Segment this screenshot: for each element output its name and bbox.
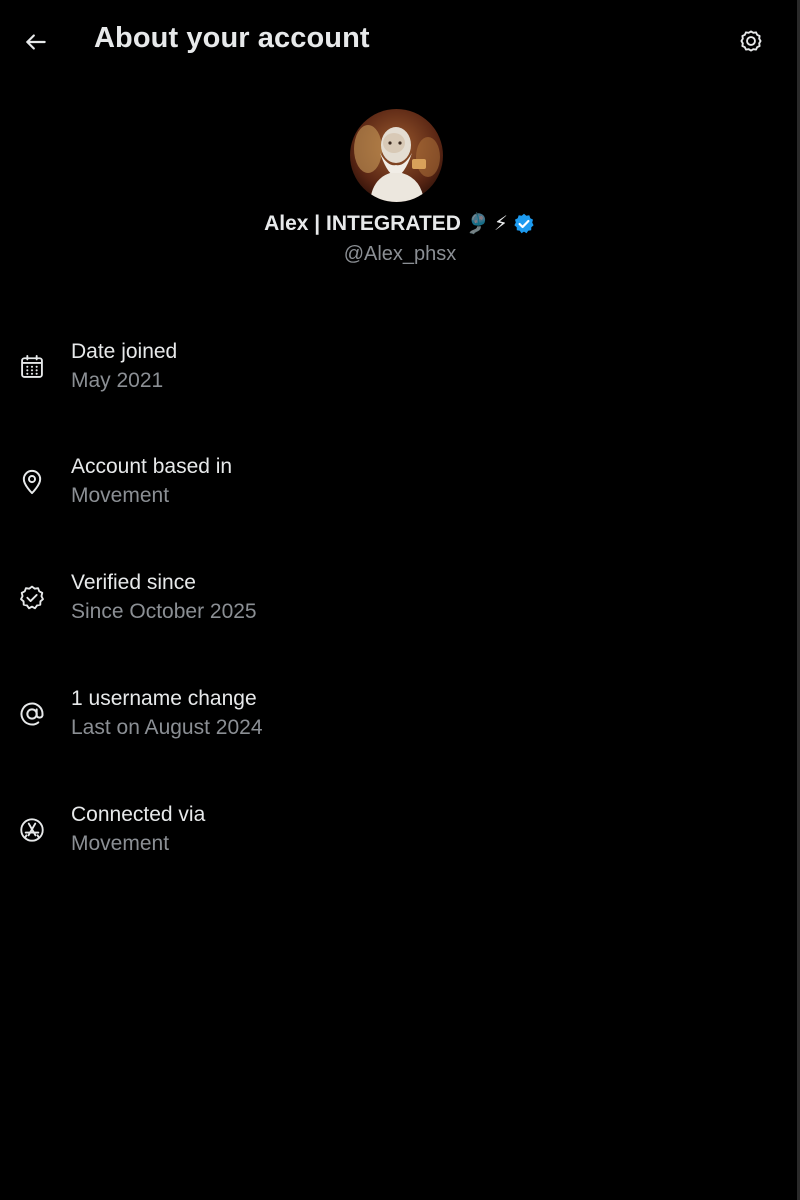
info-label: Date joined [71, 340, 178, 363]
info-item-connected-via: Connected via Movement [0, 803, 800, 883]
info-label: 1 username change [71, 687, 257, 710]
display-name: Alex | INTEGRATED [264, 212, 461, 235]
info-label: Account based in [71, 455, 233, 478]
info-label: Connected via [71, 803, 206, 826]
back-button[interactable] [18, 24, 54, 60]
info-item-verified-since: Verified since Since October 2025 [0, 571, 800, 651]
info-value: Since October 2025 [71, 600, 257, 623]
info-item-account-based-in: Account based in Movement [0, 455, 800, 535]
emoji-lightning: ⚡ [493, 213, 508, 235]
emoji-wind-chime: 🎐 [464, 213, 490, 235]
username-handle: @Alex_phsx [343, 243, 457, 265]
info-label: Verified since [71, 571, 196, 594]
page-title: About your account [94, 22, 370, 54]
calendar-icon [21, 354, 43, 378]
gear-icon [740, 30, 762, 52]
top-app-bar: About your account [0, 0, 800, 84]
arrow-left-icon [26, 34, 46, 50]
about-account-page: About your account Alex | INTEGRATED 🎐 ⚡… [0, 0, 800, 1200]
info-item-username-change: 1 username change Last on August 2024 [0, 687, 800, 767]
profile-avatar[interactable] [350, 109, 443, 202]
at-sign-icon [20, 702, 44, 726]
app-store-icon [20, 818, 44, 842]
info-item-date-joined: Date joined May 2021 [0, 340, 800, 420]
verified-check-icon [20, 585, 44, 610]
avatar-image [350, 109, 443, 202]
info-value: Movement [71, 832, 170, 855]
settings-button[interactable] [732, 22, 770, 60]
verified-badge-icon[interactable] [512, 212, 536, 236]
display-name-row: Alex | INTEGRATED 🎐 ⚡ [0, 212, 800, 236]
info-value: May 2021 [71, 369, 164, 392]
info-value: Last on August 2024 [71, 716, 263, 739]
location-pin-icon [22, 470, 42, 495]
info-value: Movement [71, 484, 170, 507]
